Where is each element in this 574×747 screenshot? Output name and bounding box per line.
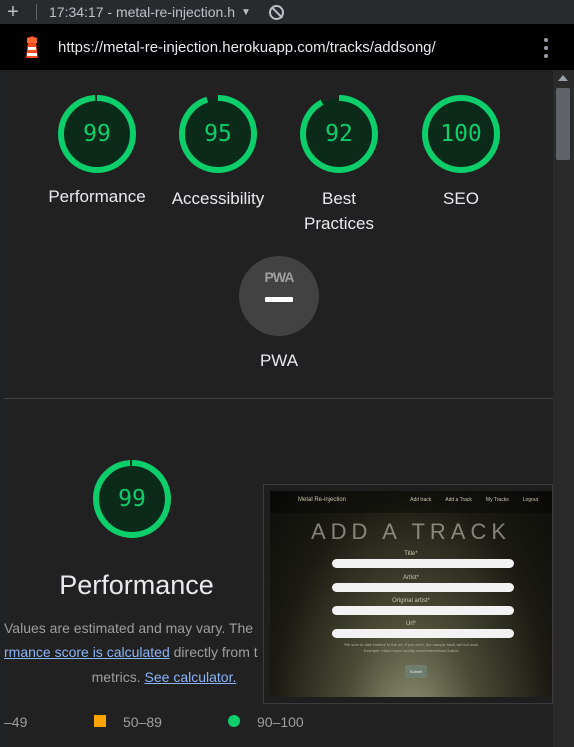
screenshot-field-input bbox=[332, 559, 514, 568]
pwa-dash-icon bbox=[265, 297, 293, 302]
screenshot-field-input bbox=[332, 583, 514, 592]
performance-score: 99 bbox=[118, 486, 146, 512]
score-gauge[interactable]: 100 bbox=[421, 94, 501, 174]
devtools-tab-bar: + 17:34:17 - metal-re-injection.h ▼ bbox=[0, 0, 574, 24]
screenshot-nav-links: Add track Add a Track My Tracks Logout bbox=[410, 497, 538, 503]
screenshot-nav-item: Logout bbox=[522, 497, 538, 503]
page-screenshot: Metal Re-injection Add track Add a Track… bbox=[270, 491, 552, 697]
performance-title: Performance bbox=[59, 570, 214, 600]
score-gauge[interactable]: 95 bbox=[178, 94, 258, 174]
legend-fail-label: –49 bbox=[4, 714, 28, 730]
estimate-note: Values are estimated and may vary. The bbox=[4, 620, 254, 636]
screenshot-brand: Metal Re-injection bbox=[298, 497, 347, 503]
score-value: 99 bbox=[83, 121, 111, 147]
screenshot-submit: Submit bbox=[405, 665, 427, 678]
tab-title[interactable]: 17:34:17 - metal-re-injection.h bbox=[49, 4, 235, 20]
screenshot-field-label: Title* bbox=[404, 551, 418, 557]
pwa-badge-text: PWA bbox=[264, 269, 295, 285]
see-calculator-link[interactable]: See calculator. bbox=[145, 669, 237, 685]
scroll-up-icon[interactable] bbox=[558, 75, 568, 81]
tab-separator bbox=[36, 4, 37, 20]
scrollbar-thumb[interactable] bbox=[556, 88, 570, 160]
final-screenshot: Metal Re-injection Add track Add a Track… bbox=[263, 484, 553, 704]
more-menu-icon[interactable] bbox=[544, 38, 548, 58]
report-url-bar: https://metal-re-injection.herokuapp.com… bbox=[0, 24, 574, 70]
chevron-down-icon[interactable]: ▼ bbox=[241, 7, 251, 18]
screenshot-field-input bbox=[332, 629, 514, 638]
vertical-scrollbar[interactable] bbox=[553, 70, 574, 747]
lighthouse-icon bbox=[26, 36, 38, 58]
screenshot-hint: *Be sure to add embed/ to the url, if yo… bbox=[343, 642, 479, 647]
score-calculated-link[interactable]: rmance score is calculated bbox=[4, 644, 170, 660]
legend-average-label: 50–89 bbox=[123, 714, 162, 730]
score-label: SEO bbox=[443, 189, 479, 208]
score-gauge[interactable]: 99 bbox=[57, 94, 137, 174]
clear-icon[interactable] bbox=[268, 4, 284, 20]
legend-pass-label: 90–100 bbox=[257, 714, 304, 730]
score-calc-note: rmance score is calculated directly from… bbox=[4, 644, 258, 660]
lighthouse-report: 99 95 92 100 Performance Accessibility Best Pr… bbox=[4, 70, 553, 747]
screenshot-field-label: Url* bbox=[406, 621, 416, 627]
screenshot-nav-item: My Tracks bbox=[485, 497, 509, 503]
score-label: Performance bbox=[48, 187, 146, 206]
screenshot-field-label: Original artist* bbox=[392, 598, 430, 604]
legend-average-icon bbox=[94, 715, 106, 727]
metrics-note: metrics. See calculator. bbox=[91, 669, 237, 685]
section-divider bbox=[4, 398, 553, 399]
legend-pass-icon bbox=[228, 715, 240, 727]
pwa-badge[interactable]: PWA bbox=[239, 256, 319, 336]
screenshot-hint: Example: https://open.spotify.com/embed/… bbox=[363, 648, 459, 653]
score-value: 95 bbox=[204, 121, 232, 147]
score-label: Accessibility bbox=[171, 189, 265, 208]
screenshot-heading: ADD A TRACK bbox=[310, 519, 512, 544]
score-label: Best Practices bbox=[304, 189, 374, 233]
score-value: 100 bbox=[440, 121, 482, 147]
pwa-label: PWA bbox=[259, 351, 299, 370]
score-gauge[interactable]: 92 bbox=[299, 94, 379, 174]
score-value: 92 bbox=[325, 121, 353, 147]
screenshot-nav-item: Add a Track bbox=[445, 497, 472, 503]
report-url: https://metal-re-injection.herokuapp.com… bbox=[58, 38, 436, 56]
performance-gauge: 99 bbox=[92, 459, 172, 539]
screenshot-nav-item: Add track bbox=[410, 497, 432, 503]
score-legend: –49 50–89 90–100 bbox=[4, 712, 553, 732]
screenshot-field-input bbox=[332, 606, 514, 615]
screenshot-navbar: Metal Re-injection Add track Add a Track… bbox=[270, 491, 552, 513]
new-tab-icon[interactable]: + bbox=[0, 1, 26, 24]
screenshot-field-label: Artist* bbox=[402, 575, 419, 581]
